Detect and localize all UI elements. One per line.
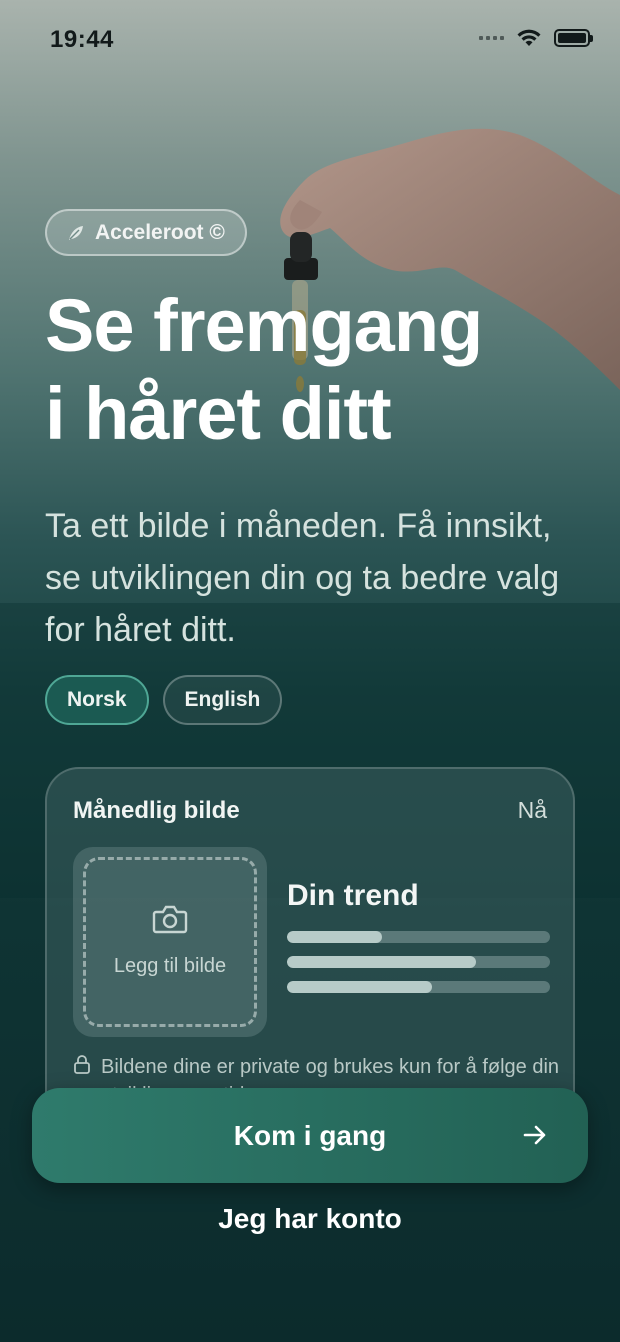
language-option-norsk[interactable]: Norsk — [45, 675, 149, 725]
get-started-button[interactable]: Kom i gang — [32, 1088, 588, 1183]
leaf-icon — [69, 225, 83, 240]
wifi-icon — [517, 29, 541, 46]
add-photo-label: Legg til bilde — [113, 955, 227, 977]
status-icons — [479, 28, 593, 48]
headline-line-1: Se fremgang — [45, 284, 483, 367]
language-option-english[interactable]: English — [162, 675, 283, 725]
language-selector: Norsk English — [45, 675, 283, 725]
subtitle: Ta ett bilde i måneden. Få innsikt, se u… — [45, 507, 560, 649]
trend-bar-2 — [287, 956, 550, 968]
battery-icon — [554, 29, 593, 47]
get-started-label: Kom i gang — [233, 1119, 387, 1151]
card-timestamp: Nå — [517, 797, 547, 823]
add-photo-button[interactable]: Legg til bilde — [73, 847, 267, 1037]
trend-bar-1 — [287, 931, 550, 943]
lock-icon — [74, 1055, 90, 1074]
trend-bar-1-fill — [287, 931, 382, 943]
privacy-text: Bildene dine er private og brukes kun fo… — [101, 1056, 560, 1089]
trend-title: Din trend — [287, 879, 419, 912]
trend-bar-3 — [287, 981, 550, 993]
trend-bar-3-fill — [287, 981, 432, 993]
monthly-photo-card: Månedlig bilde Nå Legg til bilde Din tre… — [45, 767, 575, 1127]
card-title: Månedlig bilde — [73, 797, 240, 824]
trend-bar-2-fill — [287, 956, 477, 968]
status-bar: 19:44 — [0, 0, 620, 80]
headline-line-2: i håret ditt — [45, 372, 392, 455]
brand-badge: Acceleroot © — [45, 209, 247, 256]
photo-dropzone-border — [83, 857, 257, 1027]
have-account-link[interactable]: Jeg har konto — [0, 1203, 620, 1235]
status-time: 19:44 — [50, 26, 114, 53]
cellular-signal-icon — [479, 36, 504, 40]
privacy-note: Bildene dine er private og brukes kun fo… — [73, 1053, 563, 1089]
page-title: Se fremgang i håret ditt — [45, 282, 605, 458]
brand-name: Acceleroot © — [95, 220, 225, 244]
camera-icon — [152, 905, 188, 934]
arrow-right-icon — [523, 1125, 546, 1145]
